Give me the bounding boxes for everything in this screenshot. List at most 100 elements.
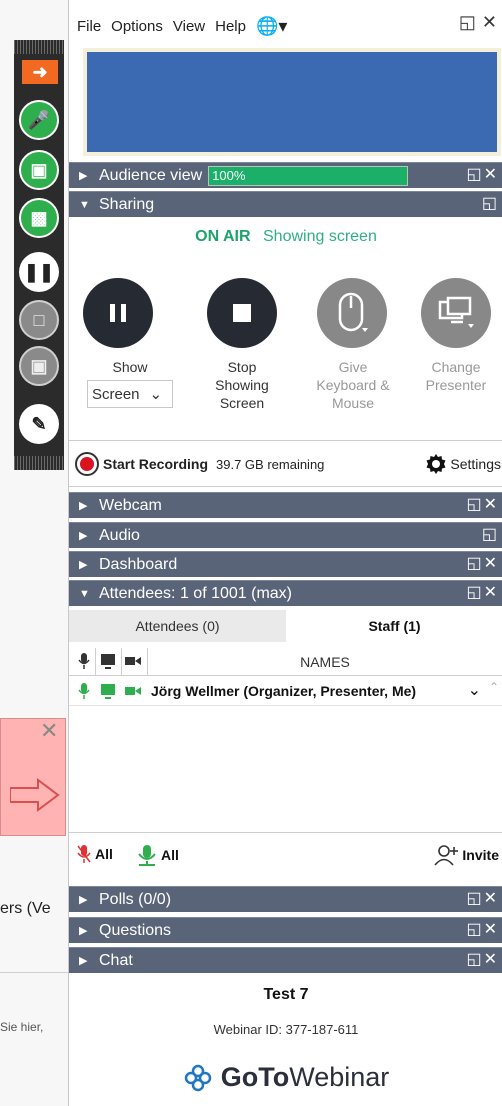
globe-icon[interactable]: 🌐▾ [256, 16, 287, 37]
logo-webinar: Webinar [289, 1062, 390, 1092]
divider [69, 486, 502, 487]
background-divider [0, 972, 70, 973]
section-buttons[interactable]: ◱✕ [466, 582, 499, 602]
unmute-all-label: All [161, 847, 179, 863]
section-label: Chat [99, 951, 133, 969]
screen-share-icon[interactable]: ▩ [19, 198, 59, 238]
attendee-actions: All All Invite [69, 842, 502, 868]
change-presenter-label: Change Presenter [413, 358, 499, 394]
presenter-icon [438, 296, 474, 328]
section-polls[interactable]: ▶ Polls (0/0) ◱✕ [69, 886, 502, 912]
section-chat[interactable]: ▶ Chat ◱✕ [69, 947, 502, 973]
tab-attendees[interactable]: Attendees (0) [69, 610, 286, 642]
background-text: ers (Ve [0, 900, 51, 917]
settings-button[interactable]: Settings [424, 452, 501, 476]
section-questions[interactable]: ▶ Questions ◱✕ [69, 917, 502, 943]
on-air-label: ON AIR [195, 228, 251, 245]
pause-icon [110, 304, 126, 322]
expand-triangle-icon: ▶ [79, 530, 88, 542]
mute-all-label: All [95, 846, 113, 862]
section-label: Polls (0/0) [99, 890, 172, 908]
divider [69, 440, 502, 441]
undock-icon[interactable]: ◱ [482, 193, 499, 213]
section-sharing[interactable]: ▼ Sharing ◱ [69, 191, 502, 217]
toolbar-grip-bottom[interactable] [14, 456, 64, 470]
section-buttons[interactable]: ◱✕ [466, 553, 499, 573]
mouse-icon[interactable]: □ [19, 300, 59, 340]
microphone-icon [75, 652, 93, 670]
start-recording-button[interactable]: Start Recording [103, 456, 208, 472]
popup-close-icon[interactable]: ✕ [40, 718, 58, 744]
muted-microphone-icon [77, 845, 91, 863]
give-label-2: Keyboard & [316, 377, 390, 393]
section-buttons[interactable]: ◱✕ [466, 919, 499, 939]
names-column-header[interactable]: NAMES [147, 654, 502, 670]
column-divider [121, 648, 122, 676]
section-webcam[interactable]: ▶ Webcam ◱✕ [69, 492, 502, 518]
section-buttons[interactable]: ◱✕ [466, 494, 499, 514]
tab-staff[interactable]: Staff (1) [286, 610, 502, 642]
show-screen-dropdown[interactable]: Screen ⌄ [87, 380, 173, 408]
expand-triangle-icon: ▶ [79, 955, 88, 967]
staff-table-header: NAMES [69, 648, 502, 676]
undock-icon[interactable]: ◱ [482, 524, 499, 544]
give-label-1: Give [338, 359, 368, 375]
expand-triangle-icon: ▶ [79, 559, 88, 571]
table-row[interactable]: Jörg Wellmer (Organizer, Presenter, Me) … [69, 678, 502, 706]
webcam-icon [124, 652, 142, 670]
section-audience-view[interactable]: ▶ Audience view 100% ◱✕ [69, 162, 502, 188]
dropdown-value: Screen [92, 385, 140, 403]
gotowebinar-flower-icon [184, 1064, 211, 1091]
section-label: Audio [99, 526, 140, 544]
storage-remaining: 39.7 GB remaining [216, 456, 325, 472]
webcam-icon[interactable]: ▣ [19, 150, 59, 190]
unmute-all-button[interactable]: All [135, 844, 179, 866]
control-panel: File Options View Help 🌐▾ ◱ ✕ ▶ Audience… [68, 0, 502, 1106]
section-label: Dashboard [99, 555, 178, 573]
menu-options[interactable]: Options [111, 18, 163, 35]
section-attendees[interactable]: ▼ Attendees: 1 of 1001 (max) ◱✕ [69, 580, 502, 606]
collapse-arrow-icon[interactable]: ➜ [22, 60, 58, 84]
screen-icon[interactable] [99, 682, 117, 700]
invite-button[interactable]: Invite [434, 844, 499, 866]
webinar-id: Webinar ID: 377-187-611 [213, 1022, 359, 1037]
toolbar-grip-top[interactable] [14, 40, 64, 54]
drawing-pen-icon[interactable]: ✎ [19, 404, 59, 444]
microphone-icon[interactable]: 🎤 [19, 100, 59, 140]
section-buttons[interactable]: ◱✕ [466, 164, 499, 184]
section-buttons[interactable]: ◱✕ [466, 888, 499, 908]
close-icon[interactable]: ✕ [482, 12, 497, 33]
change-presenter-button[interactable] [421, 278, 491, 348]
presenter-icon[interactable]: ▣ [19, 346, 59, 386]
expand-triangle-icon: ▶ [79, 500, 88, 512]
section-dashboard[interactable]: ▶ Dashboard ◱✕ [69, 551, 502, 577]
microphone-icon [138, 845, 156, 866]
menu-view[interactable]: View [173, 18, 205, 35]
menu-file[interactable]: File [77, 18, 101, 35]
microphone-icon[interactable] [75, 682, 93, 700]
expand-triangle-icon: ▶ [79, 894, 88, 906]
pause-button[interactable] [83, 278, 153, 348]
section-buttons[interactable]: ◱✕ [466, 949, 499, 969]
invite-label: Invite [462, 847, 499, 863]
attendee-tabs: Attendees (0) Staff (1) [69, 610, 502, 642]
stop-showing-button[interactable] [207, 278, 277, 348]
pause-icon[interactable]: ❚❚ [19, 252, 59, 292]
change-label-2: Presenter [425, 377, 487, 393]
add-user-icon [434, 845, 459, 866]
scroll-up-icon[interactable]: ⌃ [489, 680, 499, 694]
give-keyboard-label: Give Keyboard & Mouse [305, 358, 401, 412]
give-keyboard-mouse-button[interactable] [317, 278, 387, 348]
on-air-status: ON AIR Showing screen [69, 228, 502, 246]
stop-label-3: Screen [219, 395, 265, 411]
mute-all-button[interactable]: All [77, 844, 113, 864]
webcam-icon[interactable] [124, 682, 142, 700]
section-audio[interactable]: ▶ Audio ◱ [69, 522, 502, 548]
record-icon[interactable] [75, 452, 99, 476]
section-label: Questions [99, 921, 172, 939]
section-label: Audience view [99, 166, 203, 184]
chevron-down-icon[interactable]: ⌄ [468, 680, 481, 700]
menu-help[interactable]: Help [215, 18, 246, 35]
undock-icon[interactable]: ◱ [459, 12, 476, 33]
gear-icon [426, 454, 446, 474]
